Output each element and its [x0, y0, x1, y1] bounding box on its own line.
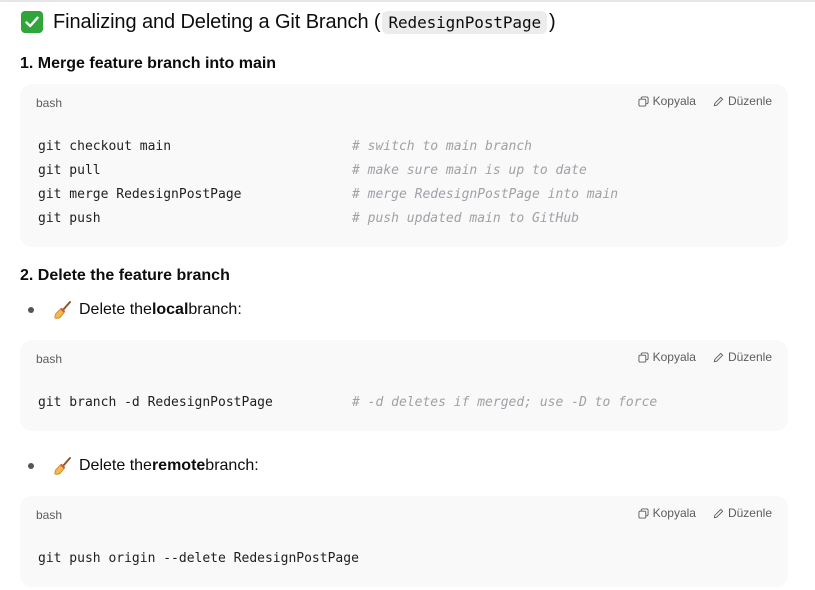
- copy-icon: [638, 507, 649, 519]
- pencil-icon: [713, 352, 724, 362]
- code-line: git push origin --delete RedesignPostPag…: [38, 551, 359, 566]
- list-item-text: branch:: [205, 457, 259, 474]
- code-line: git checkout main: [38, 139, 172, 154]
- branch-name-code: RedesignPostPage: [382, 10, 548, 34]
- page-title-close: ): [549, 10, 556, 33]
- copy-icon: [638, 351, 649, 363]
- code-line: git branch -d RedesignPostPage: [38, 395, 273, 410]
- edit-label: Düzenle: [727, 350, 772, 364]
- code-line: git merge RedesignPostPage: [38, 187, 242, 202]
- edit-button[interactable]: Düzenle: [713, 506, 772, 520]
- bullet-dot: [28, 307, 34, 313]
- list-item-text: Delete the: [79, 301, 152, 318]
- copy-label: Kopyala: [652, 94, 696, 108]
- list-item-bold: remote: [151, 457, 206, 474]
- code-language-label: bash: [36, 508, 63, 522]
- copy-button[interactable]: Kopyala: [638, 506, 696, 520]
- code-comment: # push updated main to GitHub: [352, 211, 579, 226]
- copy-button[interactable]: Kopyala: [638, 94, 696, 108]
- page-title: Finalizing and Deleting a Git Branch ( R…: [21, 9, 556, 35]
- edit-button[interactable]: Düzenle: [713, 350, 772, 364]
- code-block-merge: bash Kopyala Düzenle git checkout main #…: [20, 84, 788, 247]
- page-title-text: Finalizing and Deleting a Git Branch (: [53, 10, 381, 33]
- pencil-icon: [713, 96, 724, 106]
- code-line: git push: [38, 211, 101, 226]
- code-block-actions: Kopyala Düzenle: [638, 506, 772, 520]
- list-item-text: Delete the: [79, 457, 152, 474]
- code-block-actions: Kopyala Düzenle: [638, 94, 772, 108]
- broom-icon: [53, 300, 73, 320]
- check-mark-button-icon: [21, 11, 43, 33]
- bullet-dot: [28, 463, 34, 469]
- top-divider: [0, 0, 815, 2]
- copy-label: Kopyala: [652, 350, 696, 364]
- pencil-icon: [713, 508, 724, 518]
- code-block-delete-remote: bash Kopyala Düzenle git push origin --d…: [20, 496, 788, 587]
- list-item-bold: local: [151, 301, 189, 318]
- section-merge-title: 1. Merge feature branch into main: [20, 55, 277, 72]
- code-comment: # merge RedesignPostPage into main: [352, 187, 619, 202]
- code-comment: # make sure main is up to date: [352, 163, 587, 178]
- copy-icon: [638, 95, 649, 107]
- code-block-delete-local: bash Kopyala Düzenle git branch -d Redes…: [20, 340, 788, 431]
- copy-label: Kopyala: [652, 506, 696, 520]
- broom-icon: [53, 456, 73, 476]
- copy-button[interactable]: Kopyala: [638, 350, 696, 364]
- code-comment: # switch to main branch: [352, 139, 533, 154]
- list-item-text: branch:: [188, 301, 242, 318]
- edit-label: Düzenle: [727, 94, 772, 108]
- edit-button[interactable]: Düzenle: [713, 94, 772, 108]
- edit-label: Düzenle: [727, 506, 772, 520]
- code-language-label: bash: [36, 96, 63, 110]
- code-comment: # -d deletes if merged; use -D to force: [352, 395, 658, 410]
- code-line: git pull: [38, 163, 101, 178]
- list-item-local: Delete the local branch:: [28, 300, 242, 320]
- list-item-remote: Delete the remote branch:: [28, 456, 259, 476]
- section-delete-title: 2. Delete the feature branch: [20, 267, 230, 284]
- code-block-actions: Kopyala Düzenle: [638, 350, 772, 364]
- code-language-label: bash: [36, 352, 63, 366]
